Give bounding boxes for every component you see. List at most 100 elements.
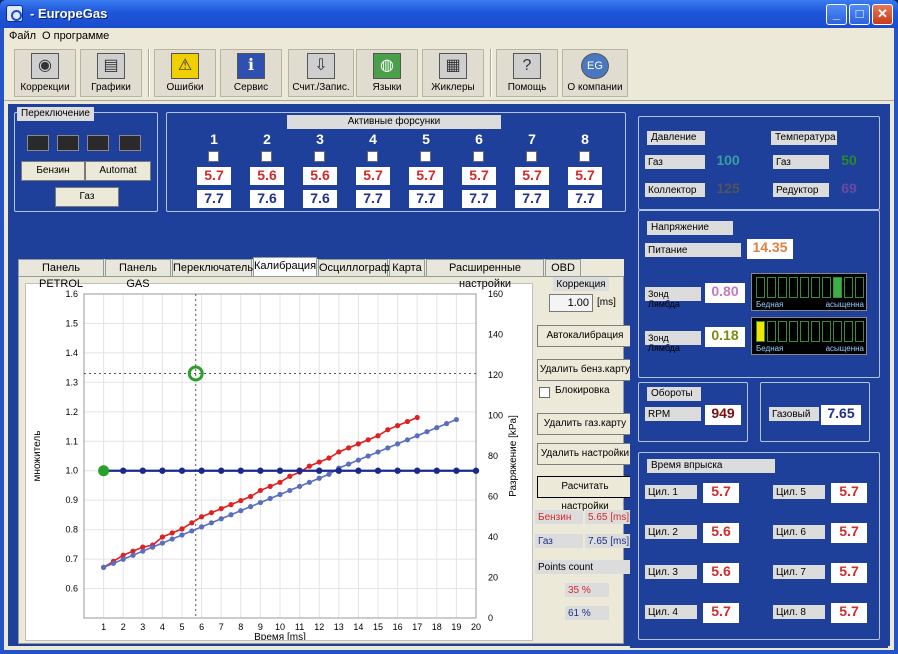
correction-input[interactable]: 1.00 [549,294,593,312]
x-tick-label: 2 [121,622,126,632]
delete-gas-map-button[interactable]: Удалить газ.карту [537,413,633,435]
minimize-button[interactable]: _ [826,4,847,25]
toolbar-button-label: Языки [372,82,402,93]
series-point-0 [404,418,410,425]
calculate-settings-button[interactable]: Расчитать настройки [537,476,633,512]
x-tick-label: 18 [432,622,442,632]
lambda2-segment [756,321,765,342]
toolbar-button-5[interactable]: ◍ Языки [356,49,418,97]
lambda1-segment [756,277,765,298]
tab-0[interactable]: Панель PETROL [18,259,104,290]
series-point-1 [140,548,146,554]
autocalibration-button[interactable]: Автокалибрация [537,325,633,347]
y-tick-label: 1.5 [65,318,78,328]
close-button[interactable]: ✕ [872,4,893,25]
series-point-1 [365,453,371,459]
delete-settings-button[interactable]: Удалить настройки [537,443,633,465]
toolbar-button-0[interactable]: ◉ Коррекции [14,49,76,97]
toolbar-button-3[interactable]: ℹ Сервис [220,49,282,97]
petrol-button[interactable]: Бензин [21,161,85,181]
injector-checkbox[interactable] [367,151,378,162]
pressure-title: Давление [647,131,705,145]
injector-checkbox[interactable] [473,151,484,162]
injector-gas-time: 7.7 [462,190,496,208]
cylinder-value: 5.6 [703,563,739,583]
injector-checkbox[interactable] [314,151,325,162]
calibration-chart: 1 2 3 4 5 6 7 8 9 10 11 12 13 14 15 16 17 18 19 20 0.6 0.7 0.8… [25,283,533,643]
tab-2[interactable]: Переключатель [172,259,253,276]
pressure-gas-value: 100 [716,152,740,168]
y-axis-label: множитель [32,431,43,482]
lambda2-segment [833,321,842,342]
tab-7[interactable]: OBD [545,259,581,276]
injector-petrol-time: 5.7 [356,167,390,185]
injection-time-title: Время впрыска [647,459,775,473]
tab-3[interactable]: Калибрация [253,257,317,276]
injector-checkbox[interactable] [208,151,219,162]
toolbar-button-6[interactable]: ▦ Жиклеры [422,49,484,97]
x-tick-label: 13 [334,622,344,632]
menu-bar: Файл О программе [4,28,894,45]
injector-number: 7 [528,131,536,147]
tab-4[interactable]: Осциллограф [318,259,390,276]
delete-petrol-map-button[interactable]: Удалить бенз.карту [537,359,633,381]
series-point-1 [277,491,283,498]
toolbar-button-1[interactable]: ▤ Графики [80,49,142,97]
series-point-0 [355,441,361,447]
tab-container: 1 2 3 4 5 6 7 8 9 10 11 12 13 14 15 16 17 18 19 20 0.6 0.7 0.8… [18,257,633,644]
series-point-0 [199,514,205,520]
injector-checkbox[interactable] [526,151,537,162]
injector-number: 2 [263,131,271,147]
series-point-1 [159,540,165,546]
series-point-2 [394,467,401,474]
gas-button[interactable]: Газ [55,187,119,207]
cylinder-value: 5.7 [831,523,867,543]
series-point-2 [335,467,342,474]
start-marker [98,465,110,477]
calibration-panel: 1 2 3 4 5 6 7 8 9 10 11 12 13 14 15 16 17 18 19 20 0.6 0.7 0.8… [18,276,633,644]
y2-tick-label: 0 [488,613,493,623]
gas-rpm-group: Газовый 7.65 [760,382,870,442]
lock-checkbox[interactable] [539,387,550,398]
y-tick-label: 0.6 [65,584,78,594]
menu-about[interactable]: О программе [42,30,109,42]
injector-checkbox[interactable] [420,151,431,162]
series-point-1 [130,552,136,558]
tab-1[interactable]: Панель GAS [105,259,171,290]
gas-time-label: Газ [535,534,583,548]
y2-tick-label: 120 [488,370,503,380]
tab-5[interactable]: Карта [389,259,425,276]
toolbar-button-4[interactable]: ⇩ Счит./Запис. [288,49,354,97]
series-point-1 [424,429,430,435]
x-tick-label: 7 [219,622,224,632]
y-tick-label: 1.1 [65,436,78,446]
automat-button[interactable]: Automat [85,161,151,181]
toolbar-button-2[interactable]: ⚠ Ошибки [154,49,216,97]
lambda2-rich-label: асыщенна [825,344,864,353]
toolbar-button-label: Счит./Запис. [292,82,350,93]
lambda2-segment [767,321,776,342]
maximize-button[interactable]: □ [849,4,870,25]
x-tick-label: 5 [179,622,184,632]
menu-file[interactable]: Файл [9,30,36,42]
indicator-1 [27,135,49,151]
injector-checkbox[interactable] [579,151,590,162]
points-percent-2: 61 % [565,606,609,620]
series-point-1 [120,556,126,562]
injectors-title: Активные форсунки [287,115,501,129]
series-point-2 [453,467,460,474]
window-title: - EuropeGas [30,6,108,21]
series-point-0 [179,526,185,532]
series-point-1 [316,475,322,481]
x-axis-label: Время [ms] [254,632,306,640]
toolbar-button-8[interactable]: EG О компании [562,49,628,97]
toolbar-button-7[interactable]: ? Помощь [496,49,558,97]
injector-number: 4 [369,131,377,147]
injector-checkbox[interactable] [261,151,272,162]
toolbar-button-label: Сервис [233,82,269,93]
lambda1-segment [800,277,809,298]
lambda1-value: 0.80 [705,283,745,303]
injector-petrol-time: 5.7 [409,167,443,185]
tab-6[interactable]: Расширенные настройки [426,259,544,290]
toolbar-button-label: Помощь [507,82,547,93]
